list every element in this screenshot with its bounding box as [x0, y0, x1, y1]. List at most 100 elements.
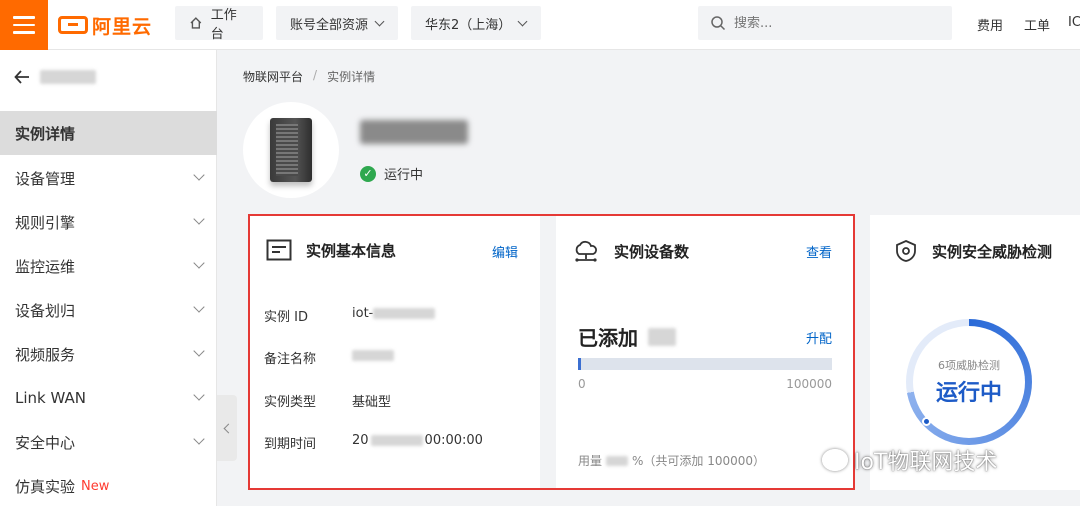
sidebar-item-label: 仿真实验: [15, 477, 76, 496]
bar-min-label: 0: [578, 377, 586, 391]
chevron-down-icon: [193, 433, 205, 445]
sidebar-item-label: 规则引擎: [15, 213, 76, 232]
info-value: 基础型: [352, 395, 392, 410]
chevron-down-icon: [193, 257, 205, 269]
info-value: 20 00:00:00: [352, 433, 483, 448]
info-value-redacted: [352, 348, 394, 367]
device-count-header: 实例设备数: [572, 239, 689, 263]
cloud-device-icon: [575, 240, 597, 262]
sidebar-item-label: 安全中心: [15, 433, 76, 452]
bar-max-label: 100000: [786, 377, 832, 391]
info-row-instance-type: 实例类型 基础型: [264, 391, 391, 410]
ticket-link[interactable]: 工单: [1024, 15, 1050, 34]
workbench-button[interactable]: 工作台: [175, 6, 263, 42]
brand-name: 阿里云: [92, 15, 153, 38]
instance-avatar: [243, 102, 339, 198]
info-key: 实例 ID: [264, 310, 308, 325]
chevron-left-icon: [223, 423, 234, 433]
info-value: iot-: [352, 306, 436, 325]
breadcrumb-root[interactable]: 物联网平台: [243, 68, 303, 85]
usage-text: 用量 %（共可添加 100000）: [578, 454, 766, 468]
sidebar-item-label: 设备管理: [15, 169, 76, 188]
aliyun-logo[interactable]: 阿里云: [58, 12, 152, 38]
card-title: 实例基本信息: [306, 241, 397, 260]
aliyun-logo-mark-icon: [58, 16, 88, 34]
arrow-left-icon: [14, 70, 29, 84]
ring-indicator-dot: [922, 417, 931, 426]
instance-status: ✓ 运行中: [360, 164, 423, 183]
region-label: 华东2（上海）: [425, 17, 512, 33]
watermark: IoT物联网技术: [822, 444, 997, 476]
chevron-down-icon: [193, 301, 205, 313]
sidebar-item-monitoring[interactable]: 监控运维: [0, 244, 217, 288]
product-name-redacted: [40, 70, 96, 84]
sidebar-item-simulation[interactable]: 仿真实验 New: [0, 464, 217, 506]
chevron-down-icon: [374, 16, 385, 26]
ring-subtitle: 6项威胁检测: [938, 359, 1000, 372]
sidebar-item-rule-engine[interactable]: 规则引擎: [0, 200, 217, 244]
sidebar-item-label: 监控运维: [15, 257, 76, 276]
added-count: 已添加: [578, 322, 676, 351]
edit-link[interactable]: 编辑: [492, 242, 518, 261]
device-usage-bar-fill: [578, 358, 581, 370]
added-label: 已添加: [578, 326, 638, 350]
basic-info-card: 实例基本信息 编辑 实例 ID iot- 备注名称 实例类型 基础型 到期时间 …: [250, 215, 540, 490]
info-key: 实例类型: [264, 395, 317, 410]
device-count-card: 实例设备数 查看 已添加 升配 0 100000 用量 %（共可添加 10000…: [556, 215, 854, 490]
hamburger-menu-icon[interactable]: [0, 0, 48, 50]
global-search[interactable]: [698, 6, 952, 40]
home-icon: [190, 17, 202, 29]
chevron-down-icon: [517, 16, 528, 26]
breadcrumb: 物联网平台 / 实例详情: [243, 68, 375, 85]
workbench-label: 工作台: [210, 8, 237, 42]
sidebar-item-device-management[interactable]: 设备管理: [0, 156, 217, 200]
sidebar-item-link-wan[interactable]: Link WAN: [0, 376, 217, 420]
security-status-ring[interactable]: 6项威胁检测 运行中: [906, 319, 1032, 445]
region-dropdown[interactable]: 华东2（上海）: [411, 6, 541, 40]
chevron-down-icon: [193, 389, 205, 401]
account-resources-dropdown[interactable]: 账号全部资源: [276, 6, 398, 40]
security-header: 实例安全威胁检测: [894, 239, 1052, 263]
device-usage-bar: [578, 358, 832, 370]
sidebar-item-label: 视频服务: [15, 345, 76, 364]
icp-link[interactable]: IC: [1068, 15, 1080, 30]
card-title: 实例设备数: [614, 242, 690, 261]
sidebar-collapse-handle[interactable]: [217, 395, 237, 461]
info-key: 备注名称: [264, 352, 317, 367]
ring-status: 运行中: [935, 381, 1002, 406]
fees-link[interactable]: 费用: [977, 15, 1003, 34]
instance-name-redacted: [360, 120, 468, 144]
info-panel-icon: [266, 239, 292, 261]
server-icon: [270, 118, 312, 182]
top-navbar: 阿里云 工作台 账号全部资源 华东2（上海） 费用 工单 IC: [0, 0, 1080, 50]
chevron-down-icon: [193, 169, 205, 181]
new-badge: New: [81, 478, 110, 494]
card-title: 实例安全威胁检测: [932, 242, 1053, 261]
watermark-text: IoT物联网技术: [854, 450, 998, 475]
info-row-instance-id: 实例 ID iot-: [264, 306, 436, 325]
check-circle-icon: ✓: [360, 165, 376, 182]
wechat-icon: [822, 449, 848, 471]
sidebar-item-instance-details[interactable]: 实例详情: [0, 111, 217, 155]
back-button[interactable]: [14, 70, 96, 84]
info-key: 到期时间: [264, 437, 317, 452]
upgrade-link[interactable]: 升配: [806, 328, 832, 347]
sidebar-item-video-service[interactable]: 视频服务: [0, 332, 217, 376]
view-link[interactable]: 查看: [806, 242, 832, 261]
chevron-down-icon: [193, 345, 205, 357]
sidebar: 实例详情 设备管理 规则引擎 监控运维 设备划归 视频服务 Link WAN 安…: [0, 50, 217, 506]
basic-info-header: 实例基本信息: [266, 239, 396, 261]
sidebar-item-security-center[interactable]: 安全中心: [0, 420, 217, 464]
sidebar-item-device-assignment[interactable]: 设备划归: [0, 288, 217, 332]
status-text: 运行中: [384, 168, 424, 183]
sidebar-item-label: Link WAN: [15, 389, 86, 407]
shield-icon: [896, 240, 916, 262]
added-count-redacted: [648, 327, 676, 346]
breadcrumb-separator: /: [313, 68, 318, 82]
info-row-expiry: 到期时间 20 00:00:00: [264, 433, 483, 452]
search-input[interactable]: [734, 15, 934, 31]
breadcrumb-current: 实例详情: [327, 70, 376, 84]
account-resources-label: 账号全部资源: [290, 17, 369, 33]
sidebar-item-label: 实例详情: [15, 124, 76, 143]
chevron-down-icon: [193, 213, 205, 225]
